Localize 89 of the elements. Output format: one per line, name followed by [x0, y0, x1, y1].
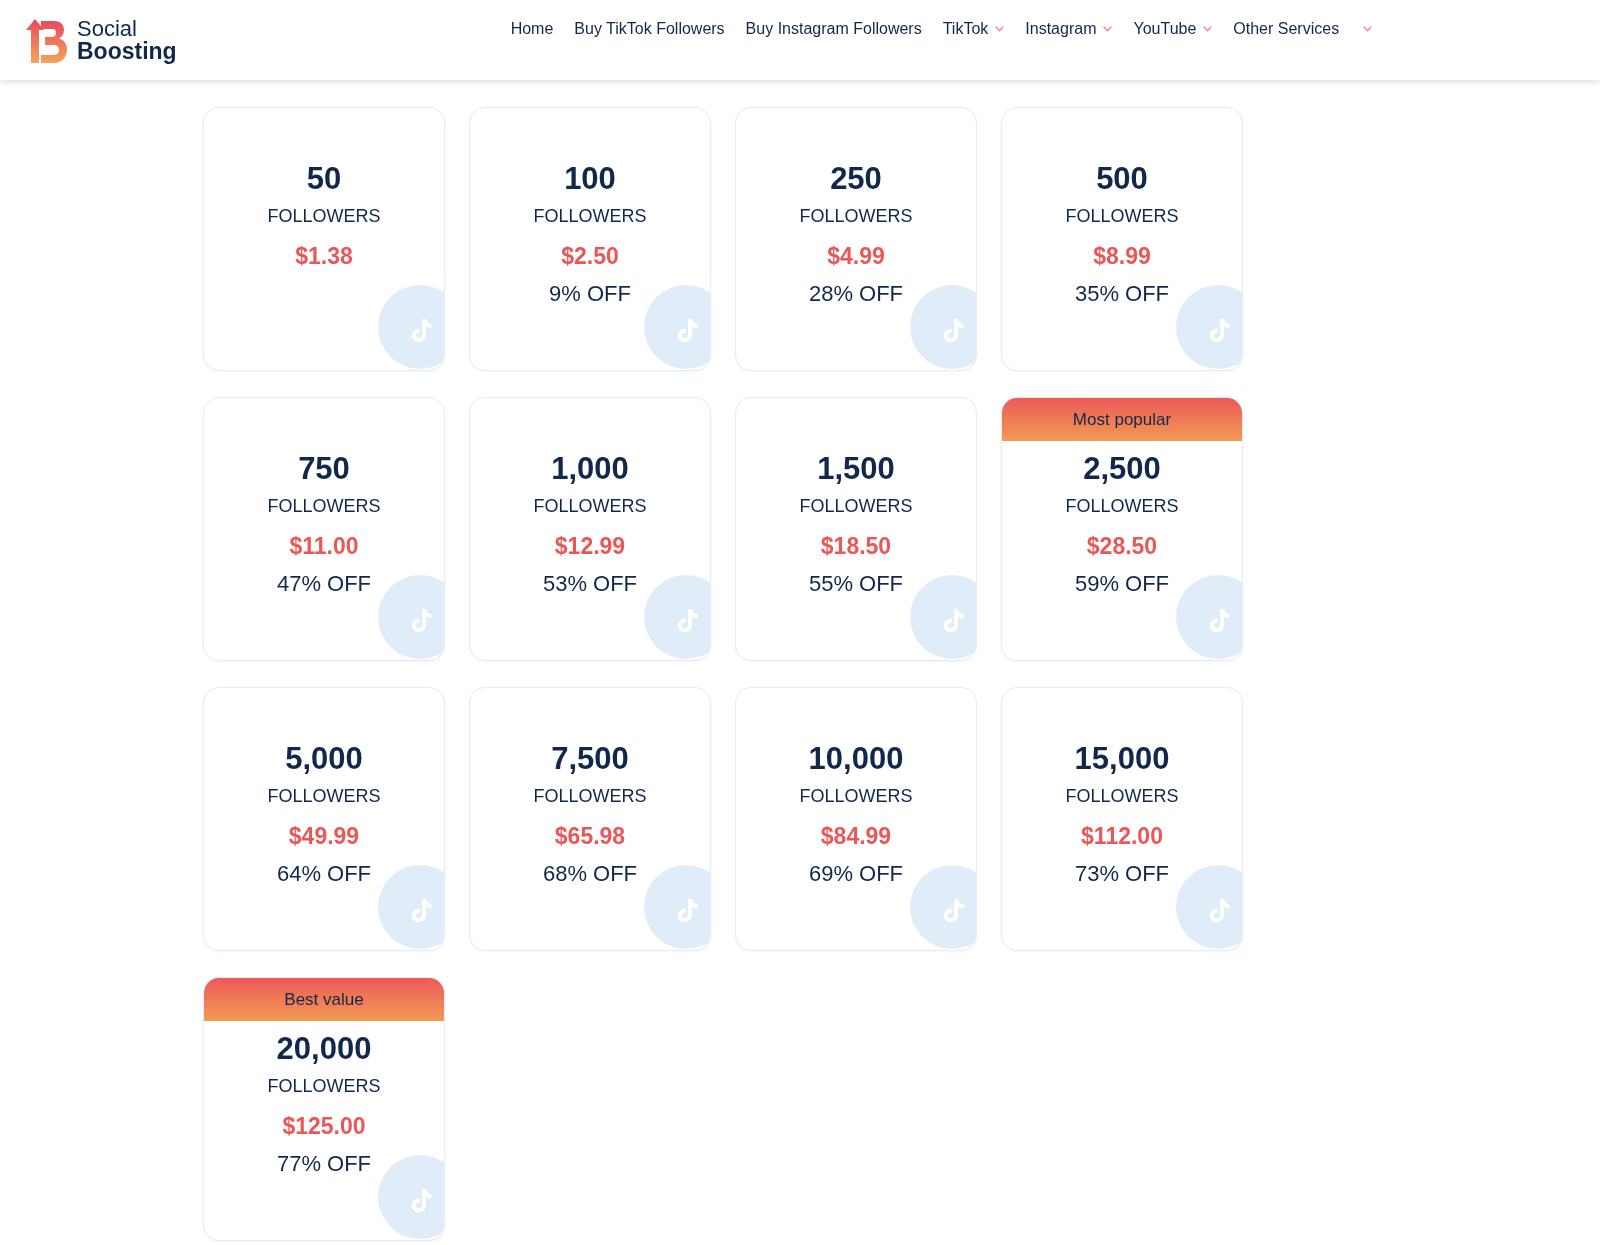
price: $4.99 [826, 242, 886, 271]
discount-label: 28% OFF [807, 280, 905, 308]
package-card[interactable]: Best value 20,000 FOLLOWERS $125.00 77% OFF [203, 977, 445, 1241]
music-note-icon [644, 285, 710, 369]
follower-count: 1,000 [550, 451, 630, 487]
followers-label: FOLLOWERS [532, 495, 648, 518]
discount-label: 73% OFF [1073, 860, 1171, 888]
followers-label: FOLLOWERS [266, 205, 382, 228]
price: $112.00 [1080, 822, 1164, 851]
discount-label: 68% OFF [541, 860, 639, 888]
nav-link[interactable]: Other Services [1233, 17, 1373, 41]
package-card[interactable]: 50 FOLLOWERS $1.38 [203, 107, 445, 371]
nav-link[interactable]: Home [510, 17, 554, 41]
discount-label: 55% OFF [807, 570, 905, 598]
logo-text[interactable]: Social [77, 17, 177, 40]
package-card[interactable]: 7,500 FOLLOWERS $65.98 68% OFF [469, 687, 711, 951]
price: $84.99 [819, 822, 893, 851]
music-note-icon [910, 865, 976, 949]
package-card[interactable]: 1,000 FOLLOWERS $12.99 53% OFF [469, 397, 711, 661]
followers-label: FOLLOWERS [1064, 495, 1180, 518]
follower-count: 500 [1095, 161, 1149, 197]
package-card[interactable]: 500 FOLLOWERS $8.99 35% OFF [1001, 107, 1243, 371]
music-note-icon [910, 575, 976, 659]
price: $8.99 [1092, 242, 1152, 271]
logo-text[interactable]: Boosting [77, 39, 177, 63]
music-note-icon [644, 575, 710, 659]
discount-label: 53% OFF [541, 570, 639, 598]
followers-label: FOLLOWERS [532, 785, 648, 808]
package-card[interactable]: 100 FOLLOWERS $2.50 9% OFF [469, 107, 711, 371]
nav-link[interactable]: Buy Instagram Followers [745, 17, 922, 41]
discount-label: 9% OFF [548, 280, 632, 308]
music-note-icon [1176, 285, 1242, 369]
discount-label: 77% OFF [275, 1150, 373, 1178]
follower-count: 20,000 [275, 1031, 373, 1067]
follower-count: 250 [829, 161, 883, 197]
package-card[interactable]: 250 FOLLOWERS $4.99 28% OFF [735, 107, 977, 371]
package-card[interactable]: 750 FOLLOWERS $11.00 47% OFF [203, 397, 445, 661]
card-ribbon: Most popular [1002, 398, 1242, 441]
price: $12.99 [553, 532, 627, 561]
follower-count: 1,500 [816, 451, 896, 487]
price: $125.00 [281, 1112, 367, 1141]
music-note-icon [1176, 575, 1242, 659]
discount-label: 47% OFF [275, 570, 373, 598]
follower-count: 750 [297, 451, 351, 487]
music-note-icon [378, 285, 444, 369]
discount-label: 35% OFF [1073, 280, 1171, 308]
music-note-icon [378, 865, 444, 949]
followers-label: FOLLOWERS [798, 785, 914, 808]
music-note-icon [378, 575, 444, 659]
discount-label: 59% OFF [1073, 570, 1171, 598]
price: $18.50 [819, 532, 893, 561]
followers-label: FOLLOWERS [266, 785, 382, 808]
nav-link[interactable]: Buy TikTok Followers [574, 17, 725, 41]
followers-label: FOLLOWERS [798, 205, 914, 228]
nav-link[interactable]: YouTube [1133, 17, 1213, 41]
followers-label: FOLLOWERS [1064, 205, 1180, 228]
card-ribbon: Best value [204, 978, 444, 1021]
follower-count: 100 [563, 161, 617, 197]
music-note-icon [1176, 865, 1242, 949]
follower-count: 50 [305, 161, 343, 197]
discount-label: 64% OFF [275, 860, 373, 888]
price: $1.38 [294, 242, 354, 271]
followers-label: FOLLOWERS [266, 1075, 382, 1098]
package-card[interactable]: 1,500 FOLLOWERS $18.50 55% OFF [735, 397, 977, 661]
follower-count: 15,000 [1073, 741, 1171, 777]
followers-label: FOLLOWERS [798, 495, 914, 518]
music-note-icon [644, 865, 710, 949]
follower-count: 10,000 [807, 741, 905, 777]
followers-label: FOLLOWERS [1064, 785, 1180, 808]
music-note-icon [378, 1155, 444, 1239]
price: $11.00 [288, 532, 360, 561]
follower-count: 7,500 [550, 741, 630, 777]
price: $28.50 [1085, 532, 1159, 561]
package-card[interactable]: 10,000 FOLLOWERS $84.99 69% OFF [735, 687, 977, 951]
followers-label: FOLLOWERS [532, 205, 648, 228]
package-card[interactable]: 5,000 FOLLOWERS $49.99 64% OFF [203, 687, 445, 951]
music-note-icon [910, 285, 976, 369]
price: $2.50 [560, 242, 620, 271]
nav-link[interactable]: TikTok [942, 17, 1005, 41]
package-card[interactable]: Most popular 2,500 FOLLOWERS $28.50 59% OFF [1001, 397, 1243, 661]
followers-label: FOLLOWERS [266, 495, 382, 518]
package-card[interactable]: 15,000 FOLLOWERS $112.00 73% OFF [1001, 687, 1243, 951]
price: $65.98 [553, 822, 627, 851]
logo-icon[interactable] [26, 17, 68, 63]
follower-count: 2,500 [1082, 451, 1162, 487]
follower-count: 5,000 [284, 741, 364, 777]
nav-link[interactable]: Instagram [1025, 17, 1113, 41]
discount-label: 69% OFF [807, 860, 905, 888]
price: $49.99 [287, 822, 361, 851]
